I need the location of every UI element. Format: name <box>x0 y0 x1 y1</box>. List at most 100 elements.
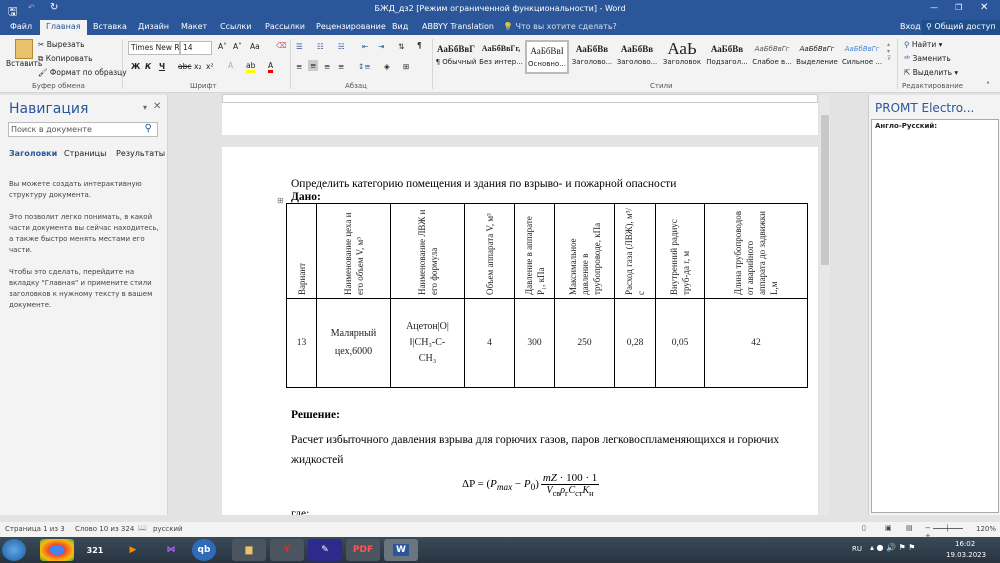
font-name-select[interactable]: Times New R <box>128 41 180 55</box>
tab-view[interactable]: Вид <box>392 22 408 31</box>
bullets-icon[interactable]: ☰ <box>296 42 303 51</box>
chrome-icon[interactable] <box>40 539 74 561</box>
horizontal-ruler[interactable] <box>222 94 818 103</box>
page-count[interactable]: Страница 1 из 3 <box>5 525 65 533</box>
align-right-icon[interactable]: ≡ <box>324 62 330 71</box>
word-taskbar-icon[interactable]: W <box>384 539 418 561</box>
style-emphasis[interactable]: АаБбВвГг Выделение <box>795 40 839 74</box>
style-no-spacing[interactable]: АаБбВвГг, Без интер... <box>479 40 523 74</box>
nav-options-icon[interactable]: ▾ <box>143 103 147 112</box>
web-layout-icon[interactable]: ▤ <box>906 524 913 532</box>
style-subtle-emphasis[interactable]: АаБбВвГг Слабое в... <box>750 40 794 74</box>
tray-icons[interactable]: ▴ ● 🔊 ⚑ ⚑ <box>870 543 915 552</box>
input-language[interactable]: RU <box>852 545 862 553</box>
style-subtitle[interactable]: АаБбВв Подзагол... <box>705 40 749 74</box>
restore-button[interactable]: ❐ <box>955 3 962 12</box>
search-icon[interactable]: ⚲ <box>145 123 152 134</box>
style-heading2[interactable]: АаБбВв Заголово... <box>615 40 659 74</box>
format-painter-button[interactable]: 🖌 Формат по образцу <box>38 68 127 77</box>
increase-indent-icon[interactable]: ⇥ <box>378 42 384 51</box>
numbering-icon[interactable]: ☷ <box>317 42 324 51</box>
shrink-font-icon[interactable]: A˅ <box>233 42 242 51</box>
change-case-button[interactable]: Aa <box>250 42 260 51</box>
shading-icon[interactable]: ◈ <box>384 62 390 71</box>
nav-tab-headings[interactable]: Заголовки <box>9 149 57 158</box>
tab-mailings[interactable]: Рассылки <box>265 22 305 31</box>
italic-button[interactable]: К <box>145 62 151 71</box>
style-normal[interactable]: АаБбВвГ ¶ Обычный <box>434 40 478 74</box>
share-button[interactable]: ⚲ Общий доступ <box>922 20 1000 35</box>
tab-references[interactable]: Ссылки <box>220 22 251 31</box>
signin-link[interactable]: Вход <box>900 22 921 31</box>
status-bar: Страница 1 из 3 Слово 10 из 324 📖 русски… <box>0 522 1000 540</box>
styles-scroll[interactable]: ▴ ▾ ⊽ <box>887 41 891 62</box>
tab-layout[interactable]: Макет <box>181 22 207 31</box>
qbittorrent-icon[interactable]: qb <box>192 539 216 561</box>
cut-button[interactable]: ✂ Вырезать <box>38 40 85 49</box>
collapse-ribbon-icon[interactable]: ˄ <box>986 81 990 90</box>
underline-button[interactable]: Ч <box>159 62 165 71</box>
tab-file[interactable]: Файл <box>10 22 32 31</box>
media-player-icon[interactable]: ▶ <box>116 539 150 561</box>
file-explorer-icon[interactable]: ▆ <box>232 539 266 561</box>
pilcrow-icon[interactable]: ¶ <box>417 41 422 50</box>
font-size-select[interactable]: 14 <box>180 41 212 55</box>
style-heading1[interactable]: АаБбВв Заголово... <box>570 40 614 74</box>
pen-app-icon[interactable]: ✎ <box>308 539 342 561</box>
tell-me-input[interactable]: 💡 Что вы хотите сделать? <box>503 22 617 31</box>
close-icon[interactable]: ✕ <box>153 101 161 112</box>
pdf-app-icon[interactable]: PDF <box>346 539 380 561</box>
minimize-button[interactable]: — <box>930 3 938 12</box>
vertical-scrollbar[interactable] <box>820 95 830 515</box>
tab-abbyy[interactable]: ABBYY Translation <box>422 22 494 31</box>
paste-button[interactable]: Вставить <box>6 39 42 68</box>
subscript-button[interactable]: x₂ <box>194 62 201 71</box>
find-button[interactable]: ⚲ Найти ▾ <box>904 40 942 49</box>
print-layout-icon[interactable]: ▣ <box>885 524 892 532</box>
style-intense-emphasis[interactable]: АаБбВвГг Сильное ... <box>840 40 884 74</box>
style-title[interactable]: АаЬ Заголовок <box>660 40 704 74</box>
line-spacing-icon[interactable]: ↕≡ <box>358 62 371 71</box>
strikethrough-button[interactable]: abc <box>178 62 191 71</box>
justify-icon[interactable]: ≡ <box>338 62 344 71</box>
tab-review[interactable]: Рецензирование <box>316 22 386 31</box>
replace-button[interactable]: ᵃᵇ Заменить <box>904 54 951 63</box>
superscript-button[interactable]: x² <box>206 62 213 71</box>
clock-date[interactable]: 19.03.2023 <box>946 551 986 559</box>
word-count[interactable]: Слово 10 из 324 <box>75 525 134 533</box>
select-button[interactable]: ⇱ Выделить ▾ <box>904 68 958 77</box>
text-effects-icon[interactable]: A <box>228 61 233 70</box>
clock-time[interactable]: 16:02 <box>955 540 975 548</box>
tab-insert[interactable]: Вставка <box>93 22 127 31</box>
grow-font-icon[interactable]: A˄ <box>218 42 227 51</box>
style-body-text[interactable]: АаБбВвІ Основно... <box>525 40 569 74</box>
copy-button[interactable]: ⧉ Копировать <box>38 54 93 64</box>
nav-tab-results[interactable]: Результаты <box>116 149 165 158</box>
table-move-handle[interactable]: ⊞ <box>277 196 284 205</box>
align-left-icon[interactable]: ≡ <box>296 62 302 71</box>
nav-search-input[interactable]: Поиск в документе ⚲ <box>8 122 158 137</box>
header-cell: Внутренний радиус труб-да r, м <box>669 218 691 295</box>
tab-home[interactable]: Главная <box>40 20 87 35</box>
decrease-indent-icon[interactable]: ⇤ <box>362 42 368 51</box>
highlight-icon[interactable]: ab <box>246 61 256 73</box>
visual-studio-icon[interactable]: ⋈ <box>154 539 188 561</box>
read-mode-icon[interactable]: ▯ <box>862 524 866 532</box>
bold-button[interactable]: Ж <box>131 62 140 71</box>
calendar-app-icon[interactable]: 321 <box>78 539 112 561</box>
proofing-icon[interactable]: 📖 <box>138 524 147 532</box>
align-center-icon[interactable]: ≡ <box>308 60 319 71</box>
close-button[interactable]: ✕ <box>980 2 988 13</box>
borders-icon[interactable]: ⊞ <box>403 62 409 71</box>
nav-tab-pages[interactable]: Страницы <box>64 149 106 158</box>
clear-format-icon[interactable]: ⌫ <box>276 41 287 50</box>
multilevel-icon[interactable]: ☵ <box>338 42 345 51</box>
sort-icon[interactable]: ⇅ <box>398 42 404 51</box>
start-button[interactable] <box>2 539 26 561</box>
zoom-level[interactable]: 120% <box>976 525 996 533</box>
promt-translation-box[interactable]: Англо-Русский: <box>871 119 999 513</box>
font-color-icon[interactable]: A <box>268 61 274 73</box>
yandex-browser-icon[interactable]: Y <box>270 539 304 561</box>
language[interactable]: русский <box>153 525 183 533</box>
tab-design[interactable]: Дизайн <box>138 22 169 31</box>
